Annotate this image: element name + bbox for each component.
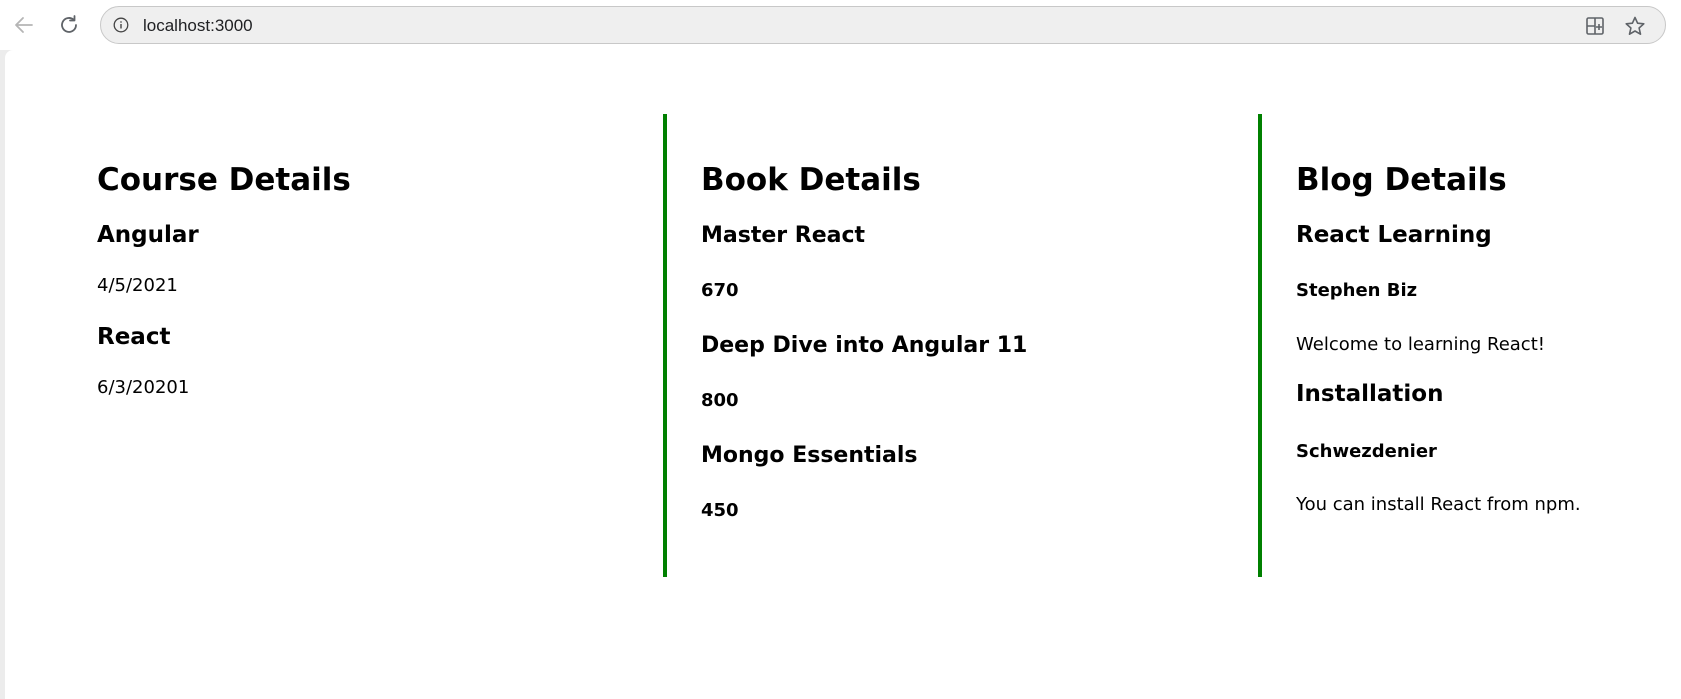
browser-toolbar: localhost:3000 <box>0 0 1681 50</box>
blog-details-title: Blog Details <box>1296 162 1507 198</box>
book-name: Deep Dive into Angular 11 <box>701 333 1028 358</box>
blog-author: Stephen Biz <box>1296 280 1418 301</box>
book-details-title: Book Details <box>701 162 921 198</box>
book-price: 450 <box>701 500 739 521</box>
book-details-section: Book Details Master React 670 Deep Dive … <box>663 114 1258 577</box>
page-content: Course Details Angular 4/5/2021 React 6/… <box>5 50 1681 699</box>
blog-details-section: Blog Details React Learning Stephen Biz … <box>1258 114 1678 577</box>
course-date: 4/5/2021 <box>97 275 178 296</box>
course-name: React <box>97 324 171 350</box>
blog-title: Installation <box>1296 381 1444 407</box>
bookmark-star-icon[interactable] <box>1624 15 1646 37</box>
arrow-left-icon <box>15 17 33 33</box>
url-text[interactable]: localhost:3000 <box>143 16 253 36</box>
book-name: Master React <box>701 223 866 248</box>
blog-author: Schwezdenier <box>1296 441 1437 462</box>
install-app-icon[interactable] <box>1584 15 1606 37</box>
info-icon[interactable] <box>113 17 129 33</box>
book-price: 670 <box>701 280 739 301</box>
course-name: Angular <box>97 222 199 248</box>
address-bar[interactable]: localhost:3000 <box>100 6 1666 44</box>
book-name: Mongo Essentials <box>701 443 918 468</box>
course-details-title: Course Details <box>97 162 351 198</box>
blog-content: You can install React from npm. <box>1296 494 1581 515</box>
reload-icon <box>61 15 77 33</box>
course-details-section: Course Details Angular 4/5/2021 React 6/… <box>97 114 657 577</box>
book-price: 800 <box>701 390 739 411</box>
back-button[interactable] <box>9 10 39 40</box>
course-date: 6/3/20201 <box>97 377 190 398</box>
blog-content: Welcome to learning React! <box>1296 334 1545 355</box>
reload-button[interactable] <box>54 10 84 40</box>
blog-title: React Learning <box>1296 222 1492 248</box>
